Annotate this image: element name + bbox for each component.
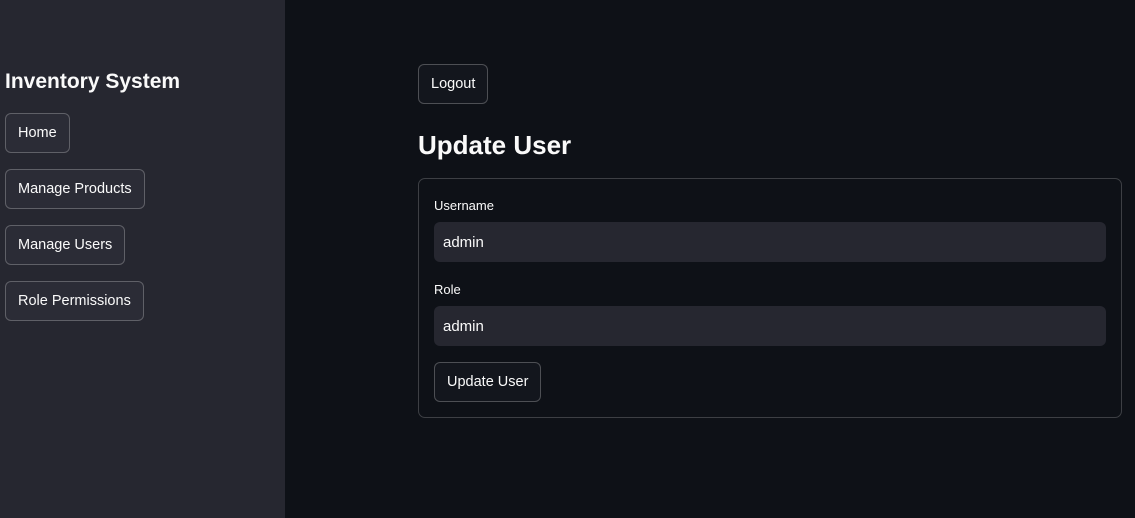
page-title: Update User [418,130,572,160]
logout-button[interactable]: Logout [418,64,489,104]
role-input[interactable] [434,306,1106,346]
sidebar-item-manage-products[interactable]: Manage Products [5,169,145,209]
sidebar-item-home[interactable]: Home [5,113,70,153]
update-user-button[interactable]: Update User [434,362,542,402]
sidebar-item-role-permissions[interactable]: Role Permissions [5,281,144,321]
sidebar-item-manage-users[interactable]: Manage Users [5,225,126,265]
sidebar: Inventory System Home Manage Products Ma… [0,0,285,518]
username-label: Username [434,198,494,213]
main-content: Logout Update User Username Role Update … [285,0,1135,518]
app-window: Inventory System Home Manage Products Ma… [0,0,1135,518]
username-input[interactable] [434,222,1106,262]
sidebar-title: Inventory System [5,70,181,93]
update-user-form: Username Role Update User [418,178,1122,418]
role-label: Role [434,282,461,297]
